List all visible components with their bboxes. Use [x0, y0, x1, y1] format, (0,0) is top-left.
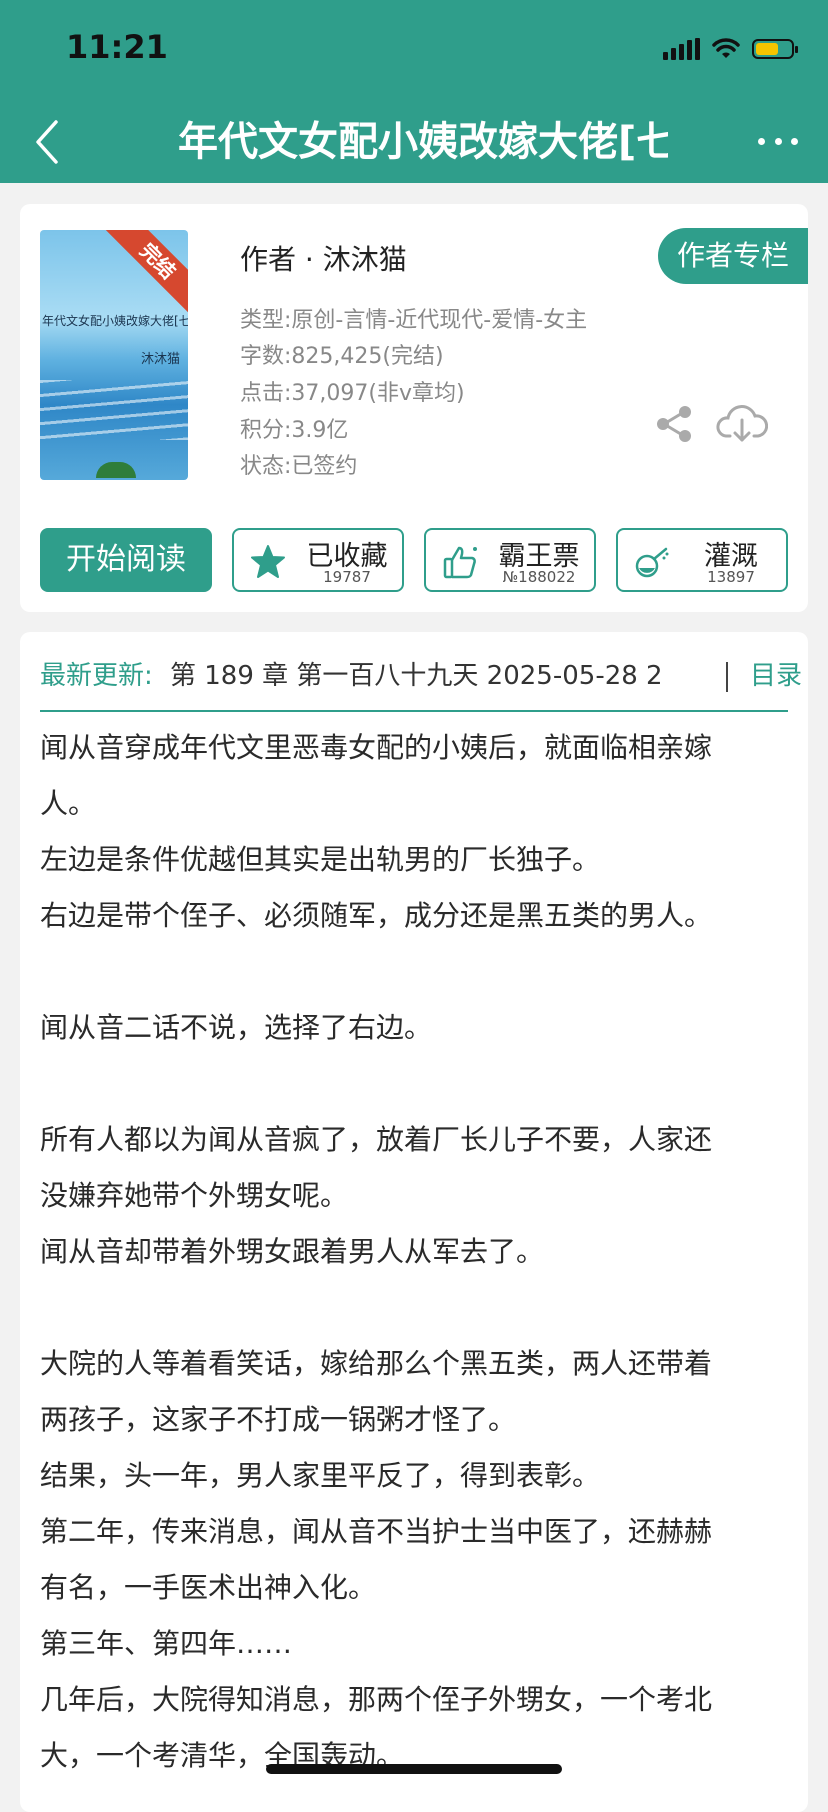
desc-line: [40, 1056, 800, 1112]
desc-line: 大院的人等着看笑话，嫁给那么个黑五类，两人还带着: [40, 1347, 713, 1380]
desc-line: 几年后，大院得知消息，那两个侄子外甥女，一个考北: [40, 1683, 713, 1716]
start-reading-button[interactable]: 开始阅读: [40, 528, 212, 592]
page-title: 年代文女配小姨改嫁大佬[七零]: [178, 119, 668, 165]
book-cover[interactable]: 年代文女配小姨改嫁大佬[七零] 沐沐猫 完结: [40, 230, 188, 480]
cover-author: 沐沐猫: [140, 352, 180, 367]
desc-line: 结果，头一年，男人家里平反了，得到表彰。: [40, 1459, 601, 1492]
author-column-button[interactable]: 作者专栏: [658, 228, 808, 284]
back-arrow-icon: [36, 120, 58, 164]
desc-line: 所有人都以为闻从音疯了，放着厂长儿子不要，人家还: [40, 1123, 713, 1156]
author-name[interactable]: 作者 · 沐沐猫: [240, 238, 407, 278]
book-info-card: 年代文女配小姨改嫁大佬[七零] 沐沐猫 完结 作者 · 沐沐猫 作者专栏 类型:…: [20, 204, 808, 612]
desc-line: 第二年，传来消息，闻从音不当护士当中医了，还赫赫: [40, 1515, 713, 1548]
home-indicator[interactable]: [266, 1764, 562, 1774]
meta-score: 积分:3.9亿: [240, 418, 349, 443]
meta-genre: 类型:原创-言情-近代现代-爱情-女主: [240, 308, 588, 333]
favorite-button[interactable]: 已收藏 19787: [232, 528, 404, 592]
desc-line: 人。: [40, 787, 97, 820]
status-icons: [663, 36, 798, 62]
description-card: 最新更新: 第 189 章 第一百八十九天 2025-05-28 2 目录 闻从…: [20, 632, 808, 1812]
book-description: 闻从音穿成年代文里恶毒女配的小姨后，就面临相亲嫁 人。 左边是条件优越但其实是出…: [40, 720, 800, 1784]
ticket-count: №188022: [502, 568, 576, 586]
water-button[interactable]: 灌溉 13897: [616, 528, 788, 592]
latest-update-text[interactable]: 第 189 章 第一百八十九天 2025-05-28 2: [170, 654, 710, 698]
favorite-count: 19787: [323, 568, 371, 586]
back-button[interactable]: [30, 116, 70, 168]
desc-line: 右边是带个侄子、必须随军，成分还是黑五类的男人。: [40, 899, 713, 932]
cover-title: 年代文女配小姨改嫁大佬[七零]: [42, 314, 188, 328]
completed-ribbon: 完结: [104, 230, 188, 315]
update-underline: [40, 710, 788, 712]
table-of-contents-link[interactable]: 目录: [750, 654, 802, 698]
ticket-button[interactable]: 霸王票 №188022: [424, 528, 596, 592]
desc-line: 有名，一手医术出神入化。: [40, 1571, 377, 1604]
latest-update-row[interactable]: 最新更新: 第 189 章 第一百八十九天 2025-05-28 2 目录: [40, 654, 802, 698]
thumbs-up-icon: [443, 546, 477, 579]
desc-line: 闻从音二话不说，选择了右边。: [40, 1011, 433, 1044]
download-button[interactable]: [716, 400, 769, 446]
water-count: 13897: [707, 568, 755, 586]
desc-line: 闻从音却带着外甥女跟着男人从军去了。: [40, 1235, 545, 1268]
share-button[interactable]: [654, 404, 694, 444]
meta-word-count: 字数:825,425(完结): [240, 344, 444, 369]
palm-icon: [96, 462, 136, 478]
status-time: 11:21: [66, 28, 168, 66]
divider: [726, 662, 728, 692]
desc-line: 闻从音穿成年代文里恶毒女配的小姨后，就面临相亲嫁: [40, 731, 713, 764]
latest-update-label: 最新更新:: [40, 661, 153, 691]
desc-line: 没嫌弃她带个外甥女呢。: [40, 1179, 349, 1212]
desc-line: 第三年、第四年……: [40, 1627, 293, 1660]
meta-status: 状态:已签约: [240, 454, 358, 479]
desc-line: 左边是条件优越但其实是出轨男的厂长独子。: [40, 843, 601, 876]
meta-clicks: 点击:37,097(非v章均): [240, 381, 465, 406]
download-icon: [716, 405, 769, 442]
desc-line: 大，一个考清华，全国轰动。: [40, 1739, 405, 1772]
signal-icon: [663, 38, 700, 60]
desc-line: 两孩子，这家子不打成一锅粥才怪了。: [40, 1403, 517, 1436]
desc-line: [40, 1280, 800, 1336]
more-icon: [758, 137, 765, 145]
star-icon: [251, 545, 285, 578]
desc-line: [40, 944, 800, 1000]
share-icon: [657, 406, 691, 442]
battery-icon: [752, 39, 798, 59]
more-button[interactable]: [758, 130, 798, 152]
watering-icon: [635, 547, 669, 578]
top-bar: 11:21 年代文女配小姨改嫁大佬[七零]: [0, 0, 828, 183]
wifi-icon: [712, 38, 740, 58]
